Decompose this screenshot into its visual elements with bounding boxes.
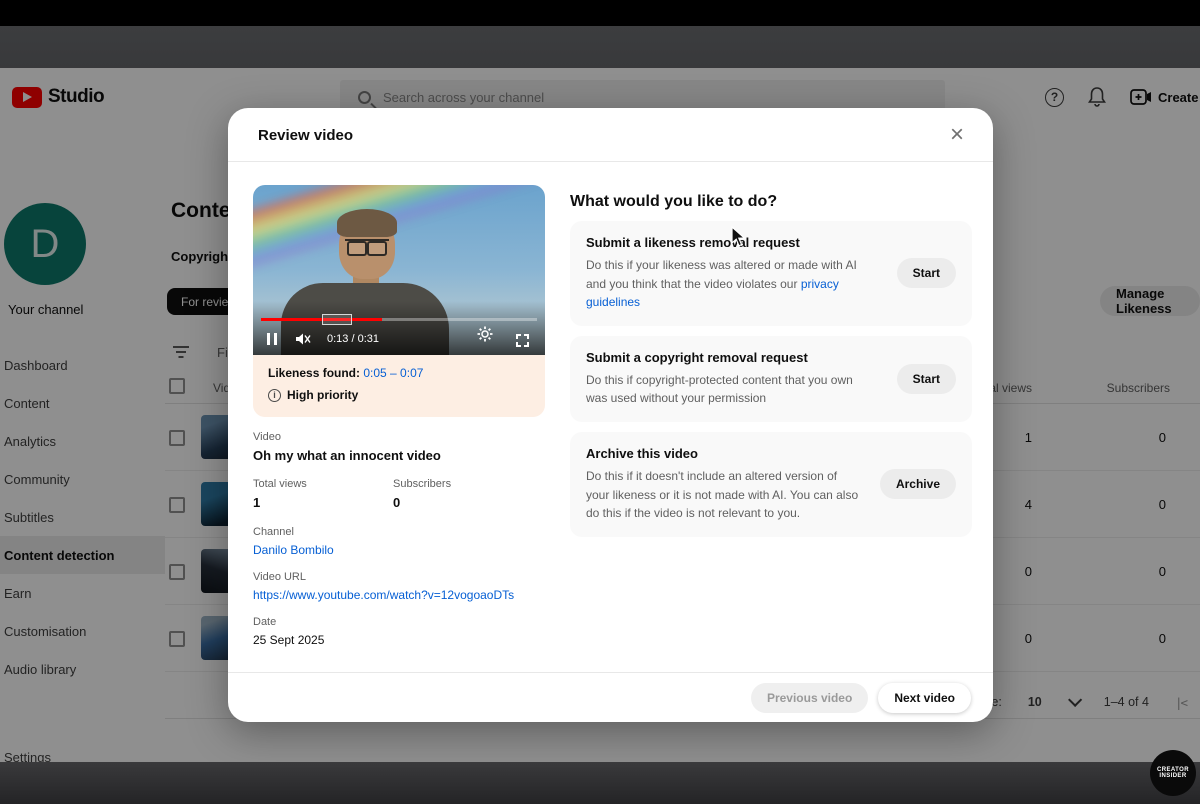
date-label: Date — [253, 616, 553, 628]
card-title: Submit a likeness removal request — [586, 235, 862, 250]
muted-volume-icon[interactable] — [295, 332, 313, 346]
likeness-found-panel: Likeness found: 0:05 – 0:07 i High prior… — [253, 355, 545, 417]
letterbox-top — [0, 0, 1200, 26]
start-copyright-request-button[interactable]: Start — [897, 364, 956, 394]
next-video-button[interactable]: Next video — [878, 683, 971, 713]
person-figure — [337, 209, 397, 237]
screen: Studio Search across your channel ? — [0, 0, 1200, 804]
start-likeness-request-button[interactable]: Start — [897, 258, 956, 288]
archive-video-card: Archive this video Do this if it doesn't… — [570, 432, 972, 537]
creator-insider-badge: CREATOR INSIDER — [1150, 750, 1196, 796]
cursor-pointer-icon — [731, 226, 747, 248]
channel-link[interactable]: Danilo Bombilo — [253, 543, 334, 557]
previous-video-button[interactable]: Previous video — [751, 683, 868, 713]
modal-footer: Previous video Next video — [228, 672, 993, 722]
video-url-link[interactable]: https://www.youtube.com/watch?v=12vogoao… — [253, 588, 514, 602]
archive-button[interactable]: Archive — [880, 469, 956, 499]
video-url-label: Video URL — [253, 571, 553, 583]
video-title: Oh my what an innocent video — [253, 448, 553, 463]
date-meta: Date 25 Sept 2025 — [253, 616, 553, 647]
priority-badge: High priority — [287, 388, 358, 402]
actions-column: What would you like to do? Submit a like… — [570, 193, 972, 537]
total-views-label: Total views — [253, 478, 393, 490]
actions-heading: What would you like to do? — [570, 193, 972, 211]
progress-bar[interactable] — [261, 318, 537, 321]
channel-label: Channel — [253, 526, 553, 538]
time-display: 0:13 / 0:31 — [327, 333, 379, 345]
info-icon: i — [268, 389, 281, 402]
url-meta: Video URL https://www.youtube.com/watch?… — [253, 571, 553, 602]
subscribers-label: Subscribers — [393, 478, 533, 490]
modal-header: Review video × — [228, 108, 993, 162]
video-player[interactable]: 0:13 / 0:31 — [253, 185, 545, 355]
settings-gear-icon[interactable] — [477, 326, 493, 347]
rainbow-decoration — [253, 185, 545, 279]
date-value: 25 Sept 2025 — [253, 633, 553, 647]
total-views-value: 1 — [253, 495, 393, 510]
video-label: Video — [253, 431, 553, 443]
channel-meta: Channel Danilo Bombilo — [253, 526, 553, 557]
subscribers-value: 0 — [393, 495, 533, 510]
player-controls: 0:13 / 0:31 — [253, 323, 545, 355]
video-stats: Total views 1 Subscribers 0 — [253, 478, 553, 510]
letterbox-top-gray — [0, 26, 1200, 68]
fullscreen-icon[interactable] — [516, 334, 529, 347]
likeness-time-range[interactable]: 0:05 – 0:07 — [363, 366, 423, 380]
letterbox-bottom: CREATOR INSIDER — [0, 762, 1200, 804]
likeness-removal-card: Submit a likeness removal request Do thi… — [570, 221, 972, 326]
review-video-modal: Review video × — [228, 108, 993, 722]
card-title: Submit a copyright removal request — [586, 350, 862, 365]
person-figure — [345, 239, 389, 251]
card-description: Do this if copyright-protected content t… — [586, 373, 853, 406]
video-meta: Video Oh my what an innocent video — [253, 431, 553, 463]
pause-icon[interactable] — [267, 333, 277, 345]
card-description: Do this if it doesn't include an altered… — [586, 469, 858, 520]
copyright-removal-card: Submit a copyright removal request Do th… — [570, 336, 972, 422]
card-title: Archive this video — [586, 446, 862, 461]
likeness-found-label: Likeness found: — [268, 366, 360, 380]
modal-title: Review video — [258, 127, 353, 144]
badge-line2: INSIDER — [1159, 773, 1186, 779]
close-icon[interactable]: × — [943, 121, 971, 149]
